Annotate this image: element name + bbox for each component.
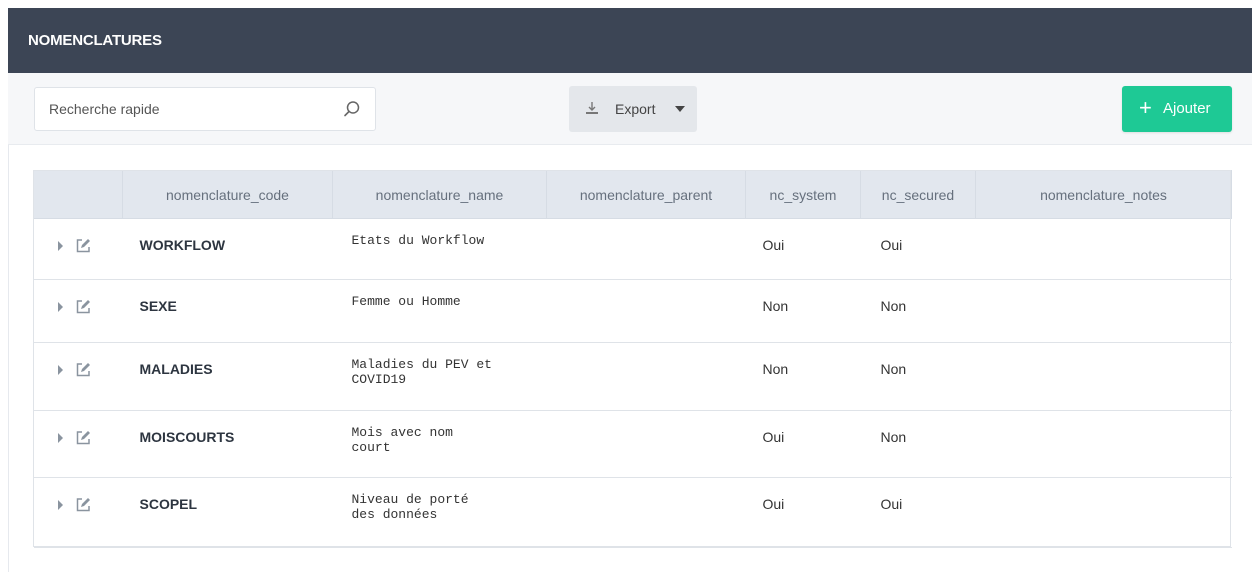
cell-name: Mois avec nom court: [332, 410, 547, 478]
column-header-code[interactable]: nomenclature_code: [122, 170, 333, 219]
cell-notes: [975, 218, 1232, 280]
row-actions: [33, 342, 123, 411]
expand-icon[interactable]: [57, 365, 63, 376]
cell-name: Femme ou Homme: [332, 279, 547, 343]
cell-system: Oui: [745, 218, 861, 280]
cell-system: Oui: [745, 477, 861, 548]
row-actions: [33, 279, 123, 343]
column-header-notes[interactable]: nomenclature_notes: [975, 170, 1232, 219]
cell-name-line: Maladies du PEV et: [351, 357, 492, 372]
cell-notes: [975, 279, 1232, 343]
search-icon[interactable]: [343, 100, 361, 118]
download-icon: [586, 102, 598, 114]
cell-notes: [975, 477, 1232, 548]
export-label: Export: [615, 101, 656, 117]
table-row: SCOPEL Niveau de porté des données Oui Ou…: [33, 477, 1232, 548]
add-label: Ajouter: [1163, 100, 1211, 117]
cell-parent: [546, 342, 746, 411]
edit-icon[interactable]: [75, 238, 91, 254]
edit-icon[interactable]: [75, 430, 91, 446]
cell-name-line: Etats du Workflow: [351, 233, 485, 248]
search-box: [34, 87, 376, 131]
expand-icon[interactable]: [57, 302, 63, 313]
add-button[interactable]: + Ajouter: [1122, 86, 1232, 132]
cell-secured: Non: [860, 410, 976, 478]
cell-system: Oui: [745, 410, 861, 478]
cell-secured: Oui: [860, 218, 976, 280]
cell-name-line: Mois avec nom: [351, 425, 453, 440]
table-header-row: nomenclature_code nomenclature_name nome…: [33, 170, 1232, 219]
cell-notes: [975, 342, 1232, 411]
cell-system: Non: [745, 342, 861, 411]
table-row: MALADIES Maladies du PEV et COVID19 Non N…: [33, 342, 1232, 411]
cell-code: SEXE: [122, 279, 333, 343]
cell-secured: Oui: [860, 477, 976, 548]
cell-name: Maladies du PEV et COVID19: [332, 342, 547, 411]
expand-icon[interactable]: [57, 433, 63, 444]
page-title: NOMENCLATURES: [28, 32, 162, 49]
cell-parent: [546, 410, 746, 478]
table-row: WORKFLOW Etats du Workflow Oui Oui: [33, 218, 1232, 280]
cell-name: Niveau de porté des données: [332, 477, 547, 548]
table-row: SEXE Femme ou Homme Non Non: [33, 279, 1232, 343]
cell-code: WORKFLOW: [122, 218, 333, 280]
nomenclatures-table: nomenclature_code nomenclature_name nome…: [33, 170, 1232, 548]
cell-parent: [546, 279, 746, 343]
cell-name-line: COVID19: [351, 372, 407, 387]
column-header-system[interactable]: nc_system: [745, 170, 861, 219]
cell-notes: [975, 410, 1232, 478]
cell-secured: Non: [860, 279, 976, 343]
page-header: NOMENCLATURES: [8, 8, 1252, 73]
caret-down-icon: [675, 106, 685, 112]
search-input[interactable]: [35, 88, 325, 130]
edit-icon[interactable]: [75, 362, 91, 378]
cell-system: Non: [745, 279, 861, 343]
column-header-actions: [33, 170, 123, 219]
column-header-name[interactable]: nomenclature_name: [332, 170, 547, 219]
cell-name-line: court: [351, 440, 391, 455]
plus-icon: +: [1139, 95, 1152, 120]
edit-icon[interactable]: [75, 299, 91, 315]
column-header-secured[interactable]: nc_secured: [860, 170, 976, 219]
edit-icon[interactable]: [75, 497, 91, 513]
cell-code: MOISCOURTS: [122, 410, 333, 478]
table-row: MOISCOURTS Mois avec nom court Oui Non: [33, 410, 1232, 478]
cell-name: Etats du Workflow: [332, 218, 547, 280]
cell-code: MALADIES: [122, 342, 333, 411]
row-actions: [33, 410, 123, 478]
cell-code: SCOPEL: [122, 477, 333, 548]
column-header-parent[interactable]: nomenclature_parent: [546, 170, 746, 219]
cell-parent: [546, 477, 746, 548]
row-actions: [33, 477, 123, 548]
cell-name-line: Niveau de porté: [351, 492, 469, 507]
toolbar: Export + Ajouter: [8, 73, 1252, 145]
expand-icon[interactable]: [57, 500, 63, 511]
export-button[interactable]: Export: [569, 86, 697, 132]
cell-name-line: des données: [351, 507, 438, 522]
expand-icon[interactable]: [57, 241, 63, 252]
cell-name-line: Femme ou Homme: [351, 294, 461, 309]
cell-secured: Non: [860, 342, 976, 411]
cell-parent: [546, 218, 746, 280]
row-actions: [33, 218, 123, 280]
